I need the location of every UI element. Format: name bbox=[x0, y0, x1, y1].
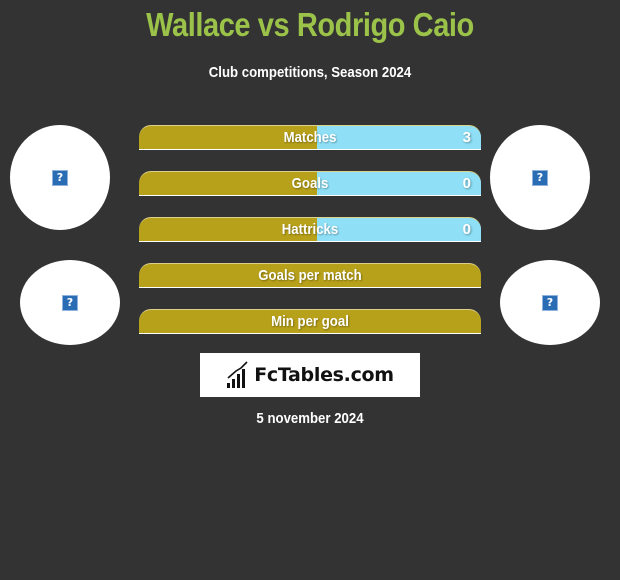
image-placeholder-icon: ? bbox=[542, 294, 558, 311]
stat-bar-min-per-goal: Min per goal bbox=[139, 309, 481, 334]
competition-subtitle: Club competitions, Season 2024 bbox=[208, 64, 412, 81]
right-value: 3 bbox=[462, 129, 471, 146]
right-value: 0 bbox=[462, 175, 471, 192]
stat-bar-matches: Matches 3 bbox=[139, 125, 481, 150]
logo-text: FcTables.com bbox=[254, 364, 394, 386]
right-value: 0 bbox=[462, 221, 471, 238]
right-player-photo: ? bbox=[490, 125, 590, 230]
left-player-photo: ? bbox=[10, 125, 110, 230]
image-placeholder-icon: ? bbox=[532, 169, 548, 186]
page-title: Wallace vs Rodrigo Caio bbox=[146, 6, 474, 43]
stat-label: Min per goal bbox=[271, 313, 349, 330]
image-placeholder-icon: ? bbox=[62, 294, 78, 311]
stat-label: Goals bbox=[291, 175, 329, 192]
image-placeholder-icon: ? bbox=[52, 169, 68, 186]
stat-label: Goals per match bbox=[258, 267, 362, 284]
right-team-logo: ? bbox=[500, 260, 600, 345]
stat-bar-goals-per-match: Goals per match bbox=[139, 263, 481, 288]
stat-label: Hattricks bbox=[281, 221, 339, 238]
stat-label: Matches bbox=[283, 129, 337, 146]
report-date: 5 november 2024 bbox=[256, 410, 364, 427]
stat-bar-goals: Goals 0 bbox=[139, 171, 481, 196]
bar-chart-icon bbox=[227, 361, 248, 388]
stat-bar-hattricks: Hattricks 0 bbox=[139, 217, 481, 242]
fctables-logo[interactable]: FcTables.com bbox=[200, 353, 420, 397]
left-team-logo: ? bbox=[20, 260, 120, 345]
